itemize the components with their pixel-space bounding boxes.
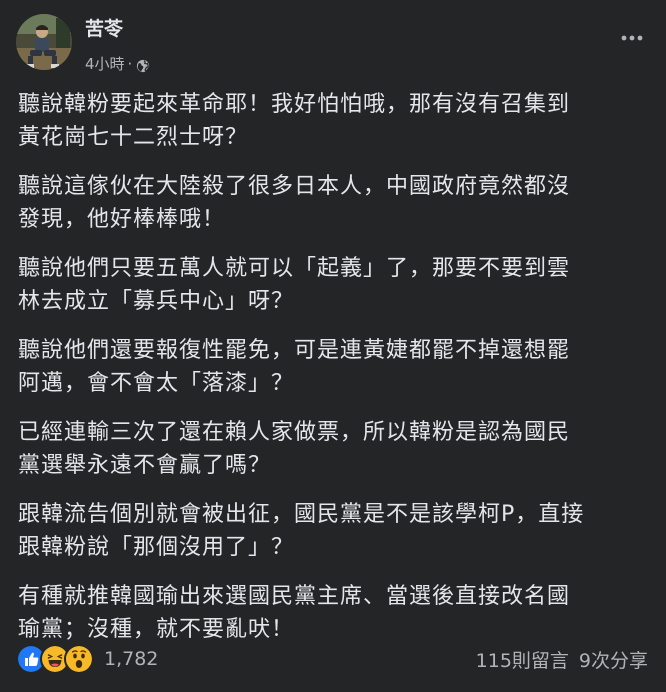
more-options-button[interactable] bbox=[618, 24, 646, 52]
globe-icon[interactable] bbox=[136, 58, 150, 73]
post-meta: 4小時 · bbox=[85, 54, 150, 74]
post-header: 苦苓 4小時 · bbox=[0, 0, 666, 92]
post-paragraph-5: 已經連輸三次了還在賴人家做票，所以韓粉是認為國民 黨選舉永遠不會贏了嗎？ bbox=[18, 420, 571, 478]
reaction-count: 1,782 bbox=[104, 648, 159, 670]
author-name[interactable]: 苦苓 bbox=[85, 16, 123, 42]
shares-count[interactable]: 9次分享 bbox=[579, 646, 648, 673]
more-dots-icon bbox=[621, 35, 643, 41]
facebook-post: 苦苓 4小時 · 聽說韓粉要起來革命耶！我好怕怕哦，那有沒有召集到 黃花崗七十二… bbox=[0, 0, 666, 692]
engagement-stats: 115則留言 9次分享 bbox=[476, 646, 648, 673]
comments-count[interactable]: 115則留言 bbox=[476, 646, 569, 673]
post-content: 聽說韓粉要起來革命耶！我好怕怕哦，那有沒有召集到 黃花崗七十二烈士呀？ 聽說這傢… bbox=[18, 88, 648, 662]
post-paragraph-2: 聽說這傢伙在大陸殺了很多日本人，中國政府竟然都沒 發現，他好棒棒哦！ bbox=[18, 174, 571, 232]
meta-separator: · bbox=[127, 55, 133, 73]
reactions-summary[interactable]: 1,782 bbox=[16, 644, 158, 674]
post-footer: 1,782 115則留言 9次分享 bbox=[16, 642, 650, 678]
wow-icon bbox=[64, 644, 94, 674]
post-paragraph-4: 聽說他們還要報復性罷免，可是連黃婕都罷不掉還想罷 阿邁，會不會太「落漆」？ bbox=[18, 338, 571, 396]
post-time[interactable]: 4小時 bbox=[85, 54, 125, 74]
post-paragraph-3: 聽說他們只要五萬人就可以「起義」了，那要不要到雲 林去成立「募兵中心」呀？ bbox=[18, 256, 571, 314]
post-paragraph-1: 聽說韓粉要起來革命耶！我好怕怕哦，那有沒有召集到 黃花崗七十二烈士呀？ bbox=[18, 92, 571, 150]
post-paragraph-6: 跟韓流告個別就會被出征，國民黨是不是該學柯P，直接 跟韓粉說「那個沒用了」？ bbox=[18, 502, 585, 560]
post-paragraph-7: 有種就推韓國瑜出來選國民黨主席、當選後直接改名國 瑜黨；沒種，就不要亂吠！ bbox=[18, 584, 571, 642]
author-avatar[interactable] bbox=[16, 14, 72, 70]
